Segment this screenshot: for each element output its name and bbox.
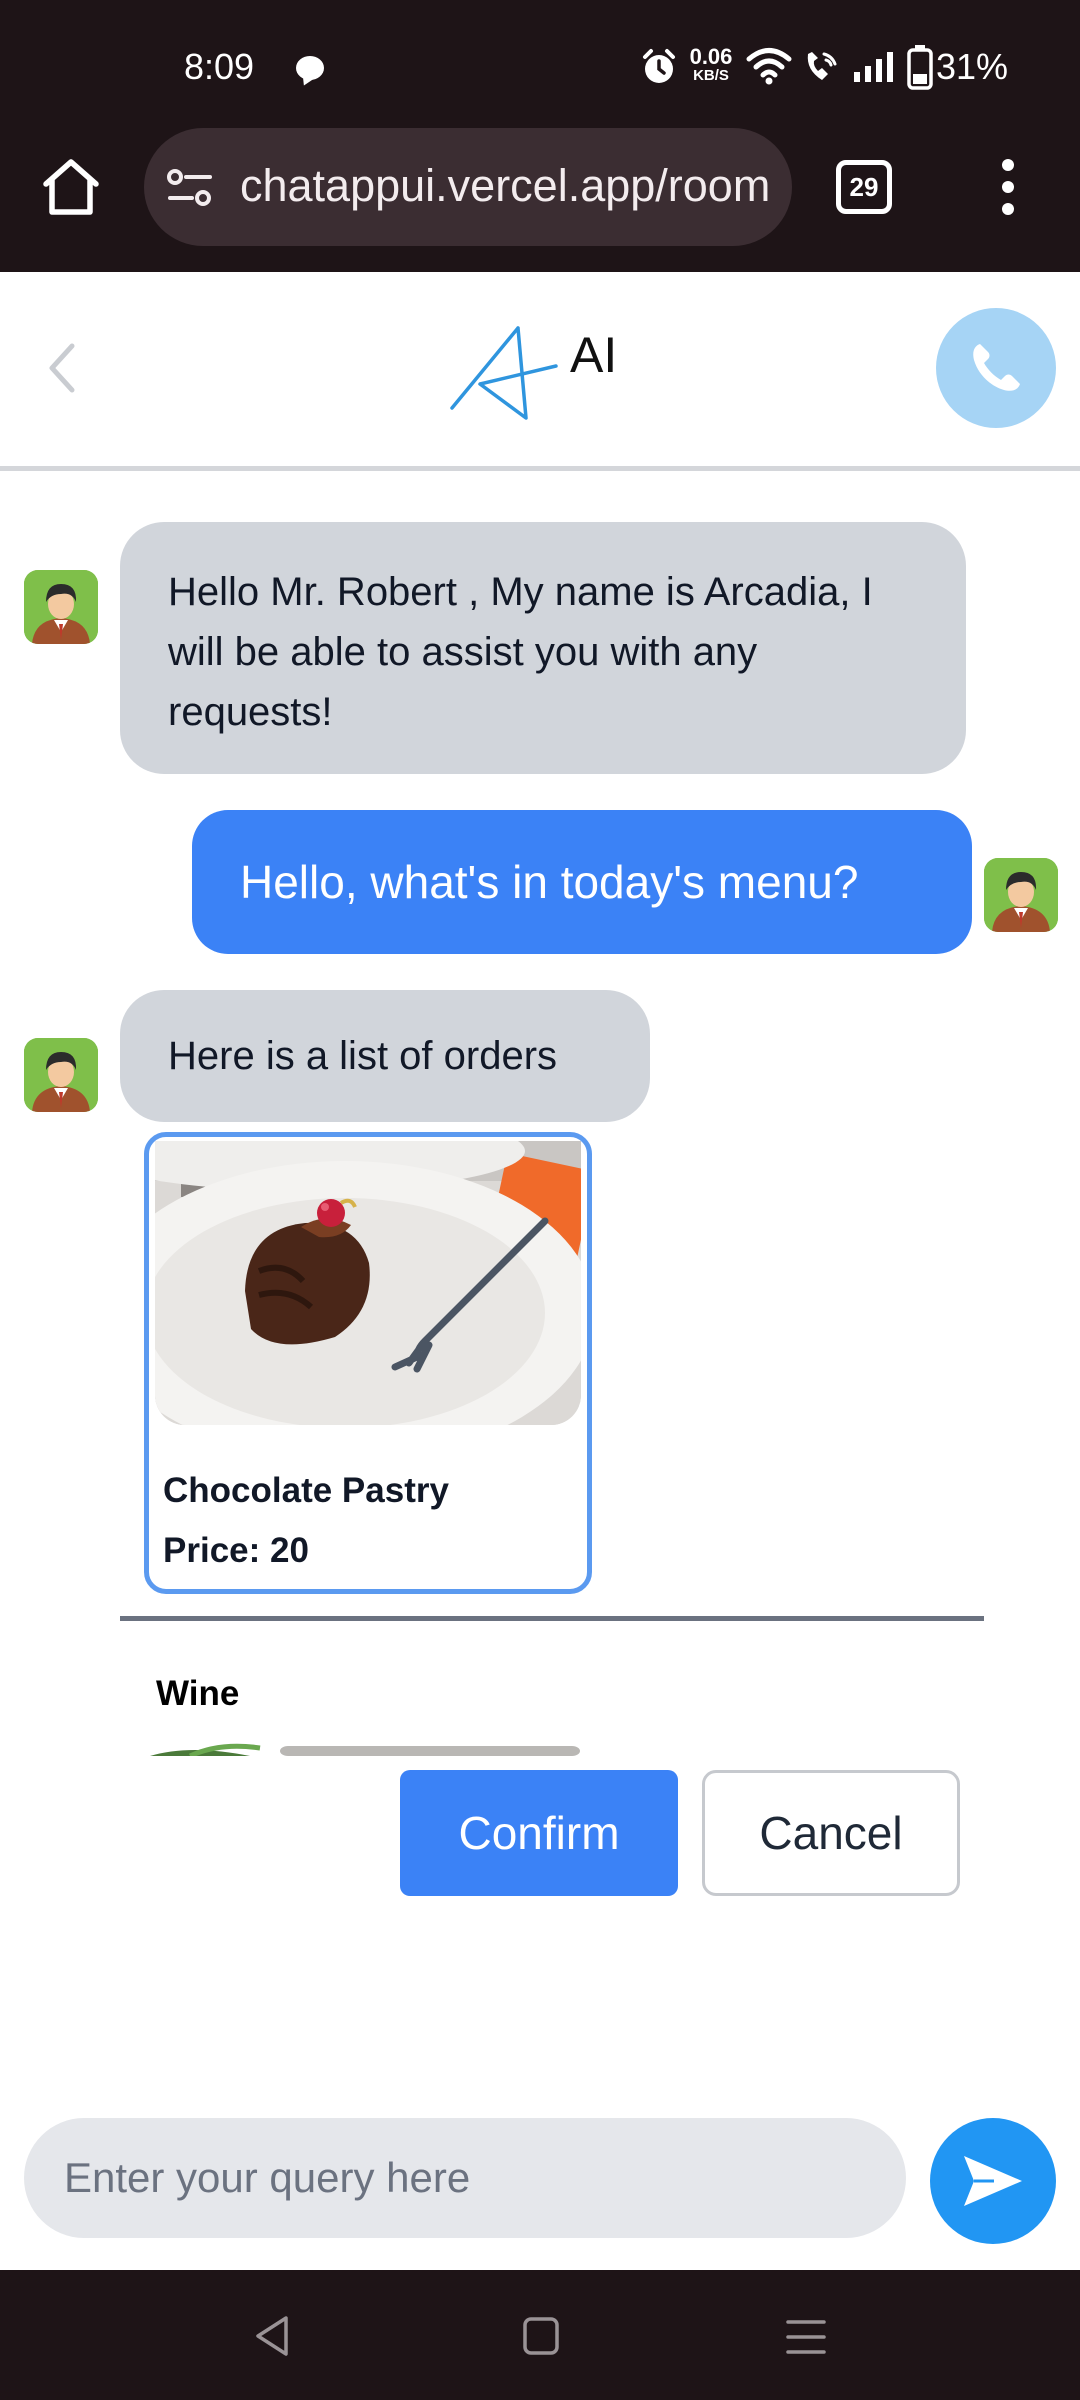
- wifi-calling-icon: [807, 52, 837, 80]
- avatar-icon: [24, 1038, 98, 1112]
- bot-message: Hello Mr. Robert , My name is Arcadia, I…: [120, 522, 966, 774]
- header-divider: [0, 466, 1080, 471]
- alarm-icon: [643, 49, 675, 83]
- user-avatar: [984, 858, 1058, 932]
- signal-icon: [854, 52, 893, 82]
- menu-divider: [120, 1616, 984, 1621]
- send-icon: [964, 2156, 1022, 2206]
- system-nav-bar: [0, 2270, 1080, 2400]
- status-and-browser-bar: 8:09 0.06 KB/S 31% chatappui.vercel.app/…: [0, 0, 1080, 272]
- avatar-icon: [984, 858, 1058, 932]
- menu-item-image: [150, 1742, 590, 1756]
- bot-avatar: [24, 1038, 98, 1112]
- message-text: Hello, what's in today's menu?: [240, 856, 859, 908]
- bot-message: Here is a list of orders: [120, 990, 650, 1122]
- menu-item-price: Price: 20: [163, 1531, 309, 1570]
- battery-percent: 31%: [936, 46, 1009, 87]
- menu-item-image: [155, 1141, 581, 1425]
- more-vert-icon[interactable]: [994, 156, 1022, 218]
- message-text: Here is a list of orders: [168, 1034, 558, 1078]
- chat-title: AI: [570, 327, 618, 383]
- tab-switcher-button[interactable]: 29: [836, 160, 892, 214]
- bot-avatar: [24, 570, 98, 644]
- chat-notification-icon: [296, 56, 324, 80]
- avatar-icon: [24, 570, 98, 644]
- cancel-button[interactable]: Cancel: [702, 1770, 960, 1896]
- back-chevron-icon[interactable]: [44, 340, 80, 396]
- message-text: Hello Mr. Robert , My name is Arcadia, I…: [168, 570, 873, 734]
- logo-icon: [450, 326, 558, 420]
- menu-item-card[interactable]: Chocolate Pastry Price: 20: [144, 1132, 592, 1594]
- wifi-icon: [746, 48, 792, 85]
- net-speed: 0.06 KB/S: [689, 44, 733, 84]
- query-input-wrapper: [24, 2118, 906, 2238]
- phone-icon: [973, 344, 1020, 391]
- menu-item-name: Chocolate Pastry: [163, 1471, 449, 1510]
- send-button[interactable]: [930, 2118, 1056, 2244]
- call-button[interactable]: [936, 308, 1056, 428]
- nav-back-icon[interactable]: [252, 2314, 292, 2358]
- status-time: 8:09: [184, 46, 255, 87]
- site-settings-icon[interactable]: [166, 166, 216, 210]
- nav-home-icon[interactable]: [522, 2316, 560, 2356]
- user-message: Hello, what's in today's menu?: [192, 810, 972, 954]
- home-icon[interactable]: [40, 156, 102, 218]
- menu-item-name: Wine: [156, 1674, 240, 1713]
- query-input[interactable]: [64, 2118, 864, 2238]
- address-bar[interactable]: chatappui.vercel.app/room: [144, 128, 792, 246]
- nav-recents-icon[interactable]: [786, 2318, 826, 2356]
- confirm-button[interactable]: Confirm: [400, 1770, 678, 1896]
- url-text[interactable]: chatappui.vercel.app/room: [240, 160, 780, 212]
- battery-icon: [907, 45, 933, 90]
